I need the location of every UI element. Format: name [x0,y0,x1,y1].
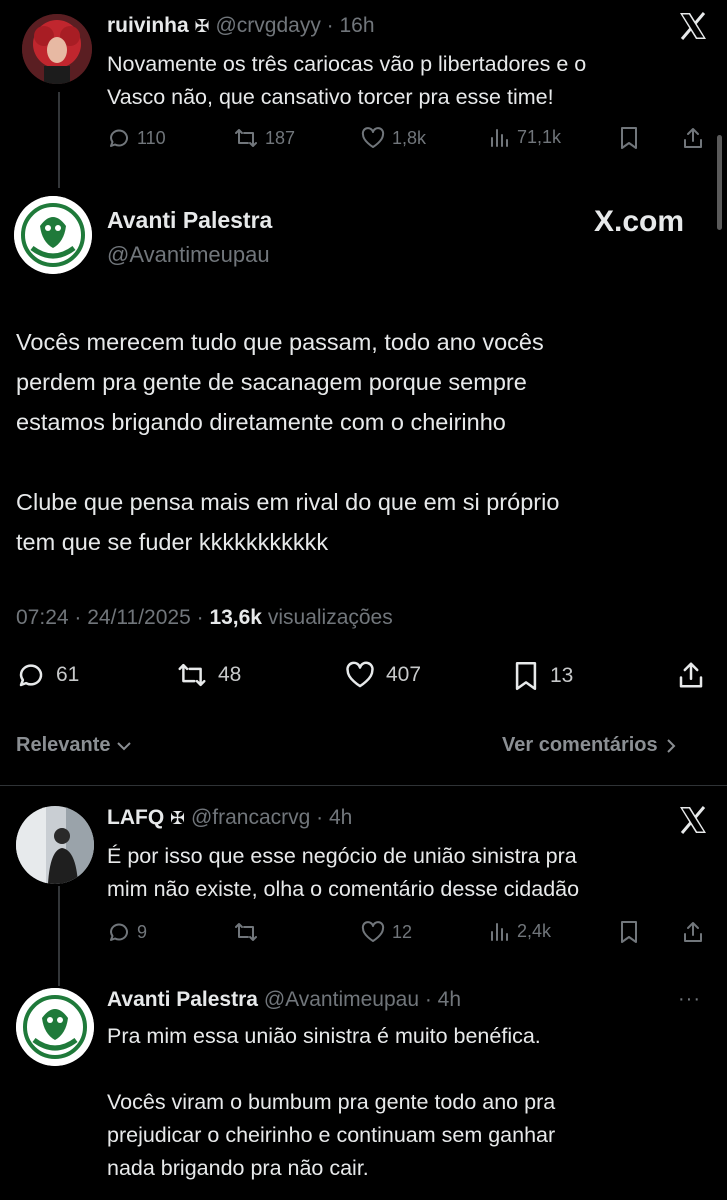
views-label: visualizações [267,606,393,629]
tweet-text: Novamente os três cariocas vão p liberta… [107,52,587,109]
tweet-header: Avanti Palestra @Avantimeupau · 4h [107,988,461,1012]
reply-icon [19,664,43,687]
x-logo-icon [678,12,708,48]
repost-icon [235,129,257,147]
divider [0,785,727,786]
share-icon [679,662,703,688]
chevron-down-icon [116,741,131,750]
tweet-meta: 07:24 · 24/11/2025 · 13,6k visualizações [16,606,393,630]
tweet-actions: 61 48 407 13 [16,660,716,696]
sort-label: Relevante [16,734,111,756]
avatar[interactable] [22,14,92,84]
like-count: 407 [386,663,422,686]
bookmark-button[interactable] [618,920,640,944]
like-count: 12 [392,921,413,942]
verified-badge-icon: ✠ [170,808,186,828]
views-count: 13,6k [209,606,262,629]
heart-icon [361,921,385,942]
timestamp[interactable]: · 4h [425,988,461,1011]
tweet-header: ruivinha ✠ @crvgdayy · 16h [107,14,375,38]
heart-icon [346,661,374,688]
handle[interactable]: @Avantimeupau [107,242,270,268]
like-button[interactable]: 1,8k [360,126,426,150]
xcom-watermark: X.com [594,205,685,238]
repost-button[interactable] [233,920,265,944]
views-icon [491,923,508,941]
more-options-button[interactable]: ··· [678,988,701,1011]
repost-count: 187 [265,127,296,148]
display-name[interactable]: Avanti Palestra [107,988,258,1011]
sort-dropdown[interactable]: Relevante [16,734,133,757]
timestamp[interactable]: · 16h [327,14,375,37]
timestamp[interactable]: · 4h [316,806,352,829]
views-count: 2,4k [517,920,552,941]
x-logo-icon [678,806,708,842]
bookmark-button[interactable] [618,126,640,150]
views-icon [491,129,508,147]
handle[interactable]: @francacrvg [191,806,310,829]
views-button[interactable]: 71,1k [489,126,561,148]
share-button[interactable] [676,660,706,690]
repost-button[interactable]: 187 [233,126,295,150]
heart-icon [361,127,385,148]
like-button[interactable]: 12 [360,920,412,944]
verified-badge-icon: ✠ [194,16,210,36]
reply-icon [110,923,128,941]
avatar[interactable] [16,806,94,884]
see-comments-label: Ver comentários [502,734,658,756]
repost-count: 48 [218,663,242,686]
avatar[interactable] [14,196,92,274]
repost-icon [178,663,206,687]
bookmark-count: 13 [550,664,574,687]
reply-count: 61 [56,663,80,686]
share-button[interactable] [681,920,705,944]
reply-icon [110,129,128,147]
views-count: 71,1k [517,126,562,147]
display-name[interactable]: Avanti Palestra [107,207,272,234]
display-name[interactable]: LAFQ [107,806,164,829]
handle[interactable]: @Avantimeupau [264,988,419,1011]
share-button[interactable] [681,126,705,150]
tweet-text: Pra mim essa união sinistra é muito bené… [107,1024,556,1180]
chevron-right-icon [666,738,676,753]
bookmark-icon [621,921,637,943]
tweet-actions: 9 12 2,4k [107,920,707,956]
reply-count: 110 [137,127,166,148]
display-name[interactable]: ruivinha [107,14,189,37]
scrollbar[interactable] [717,135,722,230]
timestamp[interactable]: 07:24 · 24/11/2025 · [16,606,204,629]
bookmark-button[interactable]: 13 [512,660,573,692]
bookmark-icon [515,662,537,690]
avatar[interactable] [16,988,94,1066]
reply-button[interactable]: 9 [107,920,147,944]
tweet-text: Vocês merecem tudo que passam, todo ano … [16,329,560,555]
reply-button[interactable]: 61 [16,660,79,690]
tweet-header: LAFQ ✠ @francacrvg · 4h [107,806,352,830]
reply-count: 9 [137,921,148,942]
handle[interactable]: @crvgdayy [215,14,320,37]
share-icon [684,128,702,148]
bookmark-icon [621,127,637,149]
repost-icon [235,923,257,941]
tweet-actions: 110 187 1,8k 71,1k [107,126,707,162]
like-count: 1,8k [392,127,427,148]
reply-button[interactable]: 110 [107,126,166,150]
views-button[interactable]: 2,4k [489,920,551,942]
thread-line [58,92,60,188]
repost-button[interactable]: 48 [176,660,241,690]
tweet-text: É por isso que esse negócio de união sin… [107,844,580,901]
thread-line [58,886,60,986]
like-button[interactable]: 407 [344,660,421,690]
see-comments-link[interactable]: Ver comentários [502,734,678,757]
share-icon [684,922,702,942]
